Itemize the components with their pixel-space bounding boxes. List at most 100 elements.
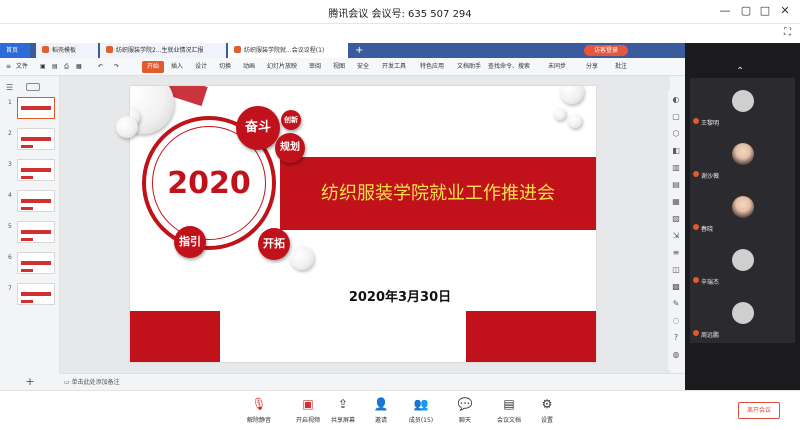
tab-label: 纺织服装学院就...会议议程(1)	[244, 47, 325, 54]
tab-agenda[interactable]: 纺织服装学院就...会议议程(1)	[228, 43, 348, 58]
menu-review[interactable]: 审阅	[309, 58, 321, 76]
thumbnail-band	[21, 106, 51, 110]
share-button[interactable]: 分享	[586, 58, 598, 76]
layout-icon[interactable]: ▤	[671, 180, 681, 190]
chat-button[interactable]: 💬 聊天	[442, 397, 488, 424]
menu-view[interactable]: 视图	[333, 58, 345, 76]
meeting-header-strip: ⛶	[0, 24, 800, 43]
tab-home[interactable]: 首页	[0, 43, 30, 58]
menu-developer[interactable]: 开发工具	[382, 58, 406, 76]
meeting-title: 腾讯会议 会议号: 635 507 294	[328, 9, 472, 20]
thumbnail-band	[21, 199, 51, 203]
object-icon[interactable]: ⬡	[671, 129, 681, 139]
animation-icon[interactable]: ◌	[671, 316, 681, 326]
sync-status[interactable]: 未同步	[548, 58, 566, 76]
thumbnail-band	[21, 292, 51, 296]
decor-ball	[560, 86, 584, 104]
open-icon[interactable]: ▤	[52, 58, 58, 76]
undo-icon[interactable]: ↶	[98, 58, 103, 76]
hamburger-icon[interactable]: ≡	[6, 58, 11, 76]
edit-icon[interactable]: ✎	[671, 299, 681, 309]
current-slide[interactable]: 纺织服装学院就业工作推进会 2020年3月30日 2020 奋斗 创新 规划 指…	[130, 86, 596, 362]
participant-tile[interactable]: 王黎明	[690, 78, 795, 131]
slide-number: 5	[8, 223, 12, 230]
save-icon[interactable]: ▣	[40, 58, 46, 76]
slide-date: 2020年3月30日	[348, 290, 452, 305]
slide-thumbnail[interactable]	[17, 221, 55, 243]
participant-tile[interactable]: 周远鹏	[690, 290, 795, 343]
search-command[interactable]: 查找命令、搜索	[488, 58, 530, 76]
toolbar-label: 聊天	[458, 417, 471, 424]
redo-icon[interactable]: ↷	[114, 58, 119, 76]
slide-thumbnail[interactable]	[17, 252, 55, 274]
menu-animation[interactable]: 动画	[243, 58, 255, 76]
fullscreen-icon[interactable]: ⛶	[784, 27, 791, 38]
login-button[interactable]: 访客登录	[584, 45, 628, 56]
theme-icon[interactable]: ◐	[671, 95, 681, 105]
menu-insert[interactable]: 插入	[171, 58, 183, 76]
menu-transition[interactable]: 切换	[219, 58, 231, 76]
notes-bar[interactable]: ▭ 单击此处添加备注	[60, 373, 685, 390]
avatar	[732, 249, 754, 271]
participant-tile[interactable]: 谢沙薇	[690, 131, 795, 184]
thumbnail-band	[21, 145, 33, 148]
badge-kaituo: 开拓	[258, 228, 290, 260]
slide-number: 3	[8, 161, 12, 168]
restore-button[interactable]: ▢	[738, 3, 754, 19]
participant-name: 王黎明	[701, 120, 720, 127]
help-icon[interactable]: ?	[671, 333, 681, 343]
print-icon[interactable]: ⎙	[64, 58, 69, 76]
minimize-button[interactable]: —	[717, 3, 733, 19]
export-icon[interactable]: ⇲	[671, 231, 681, 241]
slide-thumbnail[interactable]	[17, 283, 55, 305]
panel-icon[interactable]: ◫	[671, 265, 681, 275]
tab-label: 纺织服装学院2...生就业情况汇报	[116, 47, 204, 54]
maximize-button[interactable]: □	[757, 3, 773, 19]
mic-muted-button[interactable]: 🎙 解除静音	[236, 397, 282, 424]
participant-tile[interactable]: 春晓	[690, 184, 795, 237]
tab-templates[interactable]: 稻壳模板	[36, 43, 98, 58]
share-screen-icon: ⇪	[337, 397, 349, 411]
members-button[interactable]: 👥 成员(15)	[398, 397, 444, 424]
preview-icon[interactable]: ▦	[76, 58, 82, 76]
badge-guihua: 规划	[275, 133, 305, 163]
chevron-up-icon[interactable]: ⌃	[736, 66, 744, 77]
thumbnail-view-icon[interactable]	[26, 83, 40, 91]
add-slide-button[interactable]: +	[0, 373, 60, 390]
avatar	[732, 90, 754, 112]
menu-security[interactable]: 安全	[357, 58, 369, 76]
avatar	[732, 143, 754, 165]
comment-button[interactable]: 批注	[615, 58, 627, 76]
settings-button[interactable]: ⚙ 设置	[524, 397, 570, 424]
close-button[interactable]: ✕	[777, 3, 793, 19]
slide-thumbnail[interactable]	[17, 128, 55, 150]
list-icon[interactable]: ≡	[671, 248, 681, 258]
chart-icon[interactable]: ▥	[671, 163, 681, 173]
slide-thumbnail[interactable]	[17, 159, 55, 181]
slide-thumbnail[interactable]	[17, 97, 55, 119]
leave-meeting-button[interactable]: 离开会议	[738, 402, 780, 419]
menu-design[interactable]: 设计	[195, 58, 207, 76]
grid-icon[interactable]: ▧	[671, 214, 681, 224]
style-icon[interactable]: ◧	[671, 146, 681, 156]
pattern-icon[interactable]: ▩	[671, 282, 681, 292]
decor-ball	[568, 114, 582, 128]
outline-view-icon[interactable]: ☰	[6, 83, 13, 92]
new-tab-button[interactable]: +	[355, 43, 363, 58]
menu-home[interactable]: 开始	[142, 61, 165, 73]
table-icon[interactable]: ▦	[671, 197, 681, 207]
slide-thumbnail[interactable]	[17, 190, 55, 212]
menu-assistant[interactable]: 文档助手	[457, 58, 481, 76]
participant-name: 谢沙薇	[701, 173, 720, 180]
badge-chuangxin: 创新	[281, 110, 301, 130]
participant-tile[interactable]: 辛瑞杰	[690, 237, 795, 290]
more-icon[interactable]: ◍	[671, 350, 681, 360]
chat-icon: 💬	[457, 397, 473, 411]
shape-icon[interactable]: ▢	[671, 112, 681, 122]
participant-name: 春晓	[701, 226, 714, 233]
tab-report[interactable]: 纺织服装学院2...生就业情况汇报	[100, 43, 226, 58]
menu-special[interactable]: 特色应用	[420, 58, 444, 76]
menu-slideshow[interactable]: 幻灯片放映	[267, 58, 297, 76]
thumbnail-band	[21, 230, 51, 234]
menu-file[interactable]: 文件	[16, 58, 28, 76]
